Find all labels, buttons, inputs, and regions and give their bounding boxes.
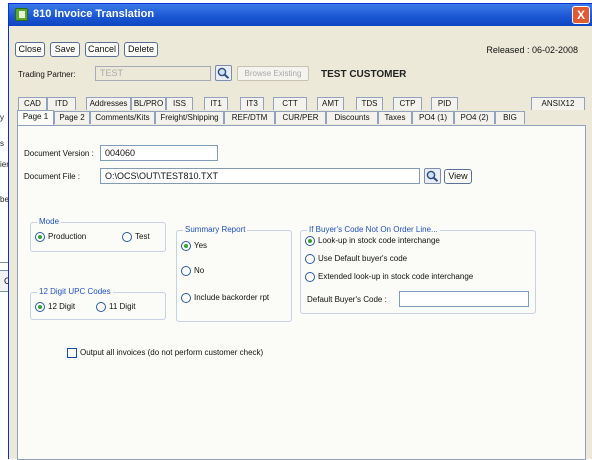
- buyer-lookup-label: Look-up in stock code interchange: [318, 236, 440, 245]
- summary-report-title: Summary Report: [183, 225, 248, 234]
- mode-title: Mode: [37, 217, 62, 226]
- tab-discounts[interactable]: Discounts: [326, 111, 378, 124]
- tab-po4-2[interactable]: PO4 (2): [454, 111, 495, 124]
- summary-no-radio[interactable]: [181, 266, 191, 276]
- document-file-label: Document File :: [24, 172, 81, 181]
- mode-group: Mode Production Test: [30, 217, 166, 252]
- customer-name: TEST CUSTOMER: [321, 69, 407, 80]
- search-icon[interactable]: [424, 168, 441, 184]
- summary-no-label: No: [194, 266, 205, 275]
- buyer-default-radio[interactable]: [305, 254, 315, 264]
- tab-page2[interactable]: Page 2: [54, 111, 90, 124]
- invoice-translation-window: 810 Invoice Translation X Close Save Can…: [8, 3, 592, 460]
- trading-partner-label: Trading Partner:: [18, 70, 76, 79]
- background-text: s: [0, 139, 4, 148]
- mode-production-label: Production: [48, 232, 87, 241]
- tab-ansix12[interactable]: ANSIX12: [531, 97, 585, 110]
- summary-yes-radio[interactable]: [181, 241, 191, 251]
- delete-button[interactable]: Delete: [124, 42, 158, 57]
- tab-bl-pro[interactable]: BL/PRO: [131, 97, 166, 110]
- default-buyer-code-label: Default Buyer's Code :: [307, 295, 387, 304]
- buyer-extended-radio[interactable]: [305, 272, 315, 282]
- document-version-field[interactable]: 004060: [100, 145, 218, 161]
- summary-yes-label: Yes: [194, 241, 208, 250]
- tab-taxes[interactable]: Taxes: [378, 111, 412, 124]
- tab-amt[interactable]: AMT: [317, 97, 344, 110]
- cancel-button[interactable]: Cancel: [85, 42, 119, 57]
- output-all-invoices-label: Output all invoices (do not perform cust…: [80, 348, 264, 357]
- tab-page1[interactable]: Page 1: [17, 110, 54, 125]
- buyer-extended-label: Extended look-up in stock code interchan…: [318, 272, 474, 281]
- buyer-code-group: If Buyer's Code Not On Order Line... Loo…: [300, 225, 536, 314]
- tab-iss[interactable]: ISS: [166, 97, 193, 110]
- tab-ref-dtm[interactable]: REF/DTM: [224, 111, 275, 124]
- summary-include-label: Include backorder rpt: [194, 293, 270, 302]
- upc-12digit-label: 12 Digit: [48, 302, 76, 311]
- tab-pid[interactable]: PID: [431, 97, 458, 110]
- window-title: 810 Invoice Translation: [33, 8, 155, 20]
- tab-ctp[interactable]: CTP: [393, 97, 422, 110]
- tab-po4-1[interactable]: PO4 (1): [412, 111, 454, 124]
- released-date: Released : 06-02-2008: [486, 45, 578, 55]
- title-bar[interactable]: 810 Invoice Translation X: [9, 4, 592, 26]
- default-buyer-code-input[interactable]: [399, 291, 529, 307]
- mode-test-label: Test: [135, 232, 150, 241]
- search-icon[interactable]: [215, 65, 232, 81]
- tab-tds[interactable]: TDS: [356, 97, 383, 110]
- document-version-label: Document Version :: [24, 149, 94, 158]
- tab-comments-kits[interactable]: Comments/Kits: [90, 111, 155, 124]
- output-all-invoices-checkbox[interactable]: [67, 348, 77, 358]
- upc-11digit-label: 11 Digit: [109, 302, 136, 311]
- tab-big[interactable]: BIG: [495, 111, 525, 124]
- app-icon: [15, 8, 28, 21]
- buyer-code-title: If Buyer's Code Not On Order Line...: [307, 225, 440, 234]
- upc-title: 12 Digit UPC Codes: [37, 287, 113, 296]
- upc-12digit-radio[interactable]: [35, 302, 45, 312]
- summary-report-group: Summary Report Yes No Include backorder …: [176, 225, 292, 322]
- tab-it1[interactable]: IT1: [204, 97, 228, 110]
- trading-partner-input[interactable]: TEST: [95, 66, 211, 81]
- document-file-field[interactable]: O:\OCS\OUT\TEST810.TXT: [100, 168, 420, 184]
- tab-freight-shipping[interactable]: Freight/Shipping: [155, 111, 224, 124]
- buyer-default-label: Use Default buyer's code: [318, 254, 408, 263]
- close-button[interactable]: Close: [15, 42, 45, 57]
- view-button[interactable]: View: [444, 169, 472, 184]
- browse-existing-button[interactable]: Browse Existing: [237, 66, 309, 81]
- mode-test-radio[interactable]: [122, 232, 132, 242]
- summary-include-radio[interactable]: [181, 293, 191, 303]
- background-text: y: [0, 113, 4, 122]
- upc-group: 12 Digit UPC Codes 12 Digit 11 Digit: [30, 287, 166, 320]
- mode-production-radio[interactable]: [35, 232, 45, 242]
- tab-ctt[interactable]: CTT: [273, 97, 307, 110]
- tab-it3[interactable]: IT3: [240, 97, 264, 110]
- tab-cur-per[interactable]: CUR/PER: [275, 111, 326, 124]
- tab-itd[interactable]: ITD: [47, 97, 76, 110]
- page1-panel: Document Version : 004060 Document File …: [17, 125, 586, 460]
- upc-11digit-radio[interactable]: [96, 302, 106, 312]
- tab-cad[interactable]: CAD: [18, 97, 47, 110]
- save-button[interactable]: Save: [50, 42, 80, 57]
- tab-addresses[interactable]: Addresses: [86, 97, 131, 110]
- buyer-lookup-radio[interactable]: [305, 236, 315, 246]
- window-close-button[interactable]: X: [572, 6, 590, 24]
